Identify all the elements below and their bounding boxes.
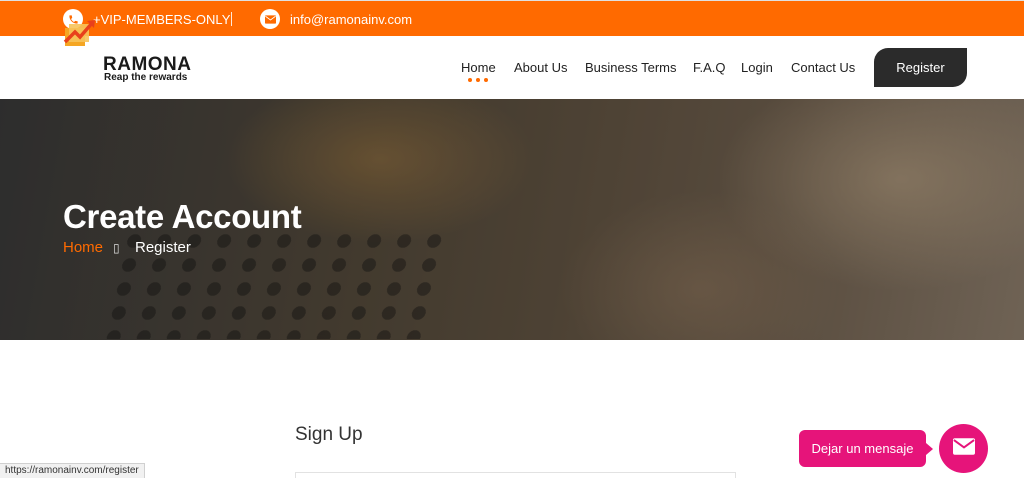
nav-about-us[interactable]: About Us	[514, 60, 567, 75]
logo-icon[interactable]	[63, 18, 97, 48]
nav-login[interactable]: Login	[741, 60, 773, 75]
nav-active-indicator	[468, 78, 488, 82]
nav-home[interactable]: Home	[461, 60, 496, 75]
nav-contact-us[interactable]: Contact Us	[791, 60, 855, 75]
top-bar-email[interactable]: info@ramonainv.com	[260, 1, 412, 37]
envelope-icon	[952, 437, 975, 460]
chat-message-label[interactable]: Dejar un mensaje	[799, 430, 933, 467]
top-bar-separator	[231, 12, 232, 26]
register-button[interactable]: Register	[874, 48, 967, 87]
top-bar: +VIP-MEMBERS-ONLY info@ramonainv.com	[0, 0, 1024, 36]
breadcrumb-home[interactable]: Home	[63, 239, 103, 256]
breadcrumb-current: Register	[135, 239, 191, 256]
nav-faq[interactable]: F.A.Q	[693, 60, 726, 75]
nav-business-terms[interactable]: Business Terms	[585, 60, 677, 75]
envelope-icon	[260, 9, 280, 29]
breadcrumb-separator-icon: ▯	[113, 241, 120, 255]
chat-button[interactable]	[939, 424, 988, 473]
logo-tagline: Reap the rewards	[104, 72, 188, 83]
page-title: Create Account	[63, 198, 302, 235]
signup-form-container	[295, 472, 736, 478]
status-bar-url: https://ramonainv.com/register	[0, 463, 145, 478]
email-text: info@ramonainv.com	[290, 11, 413, 27]
phone-text: +VIP-MEMBERS-ONLY	[93, 11, 231, 27]
signup-heading: Sign Up	[295, 424, 363, 445]
